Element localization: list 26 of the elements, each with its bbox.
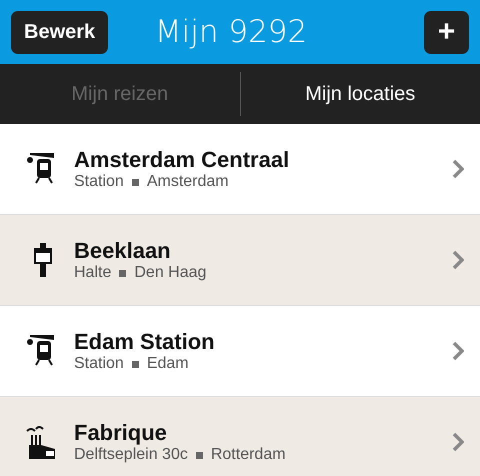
location-row[interactable]: Beeklaan Halte Den Haag	[0, 215, 480, 306]
location-row[interactable]: Fabrique Delftseplein 30c Rotterdam	[0, 397, 480, 476]
chevron-icon	[452, 159, 464, 179]
separator-icon	[119, 270, 126, 276]
chevron-icon	[452, 250, 464, 270]
separator-icon	[132, 360, 139, 368]
edit-button[interactable]: Bewerk	[11, 10, 108, 54]
location-place: Rotterdam	[210, 446, 286, 464]
app-title: Mijn 9292	[154, 14, 308, 50]
location-place: Edam	[146, 355, 189, 373]
location-type: Halte	[74, 264, 112, 282]
location-place: Amsterdam	[146, 173, 229, 191]
chevron-icon	[452, 341, 464, 361]
location-name: Fabrique	[74, 420, 168, 446]
location-type: Delftseplein 30c	[74, 446, 188, 464]
location-type: Station	[74, 173, 124, 191]
location-type: Station	[74, 355, 124, 373]
add-button[interactable]: +	[424, 10, 469, 54]
location-place: Den Haag	[134, 264, 206, 282]
location-name: Beeklaan	[74, 238, 172, 264]
location-name: Edam Station	[74, 329, 216, 355]
tab[interactable]: Mijn locaties	[240, 72, 480, 116]
location-name: Amsterdam Centraal	[74, 147, 290, 173]
separator-icon	[196, 452, 203, 458]
chevron-icon	[452, 432, 464, 452]
separator-icon	[132, 178, 139, 186]
